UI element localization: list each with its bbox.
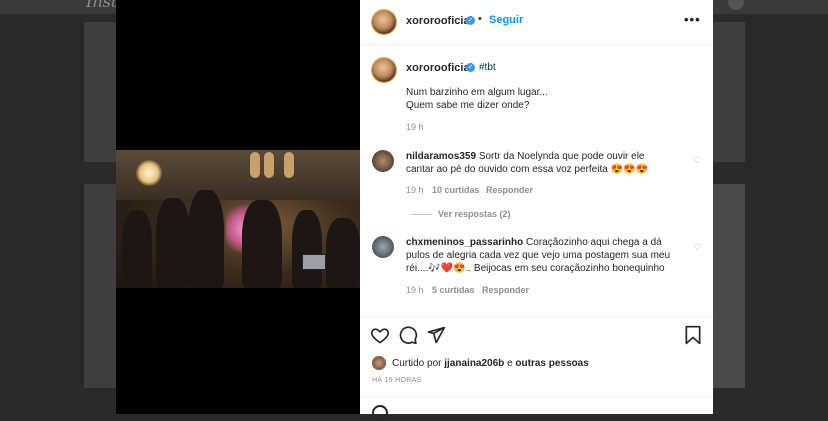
liker-username[interactable]: jjanaina206b <box>444 358 504 369</box>
comment-text-line: réi....🎶❤️😍.. Beijocas em seu coraçãozin… <box>406 263 665 274</box>
commenter-avatar[interactable] <box>372 236 394 258</box>
comment-likes[interactable]: 10 curtidas <box>432 185 480 195</box>
post-header: xororooficial ✓ • Seguir ••• <box>360 0 713 45</box>
verified-icon: ✓ <box>466 63 475 72</box>
post-photo[interactable] <box>116 150 360 288</box>
header-separator: • <box>478 13 482 25</box>
comment-time: 19 h <box>406 285 424 295</box>
bookmark-icon[interactable] <box>684 325 702 345</box>
comment-text: chxmeninos_passarinho Coraçãozinho aqui … <box>406 237 662 248</box>
comment-time: 19 h <box>406 185 424 195</box>
caption-hashtag[interactable]: #tbt <box>479 61 496 74</box>
view-replies-button[interactable]: Ver respostas (2) <box>438 209 511 219</box>
comment-reply-button[interactable]: Responder <box>482 285 529 295</box>
comment-text: nildaramos359 Sortr da Noelynda que pode… <box>406 151 645 162</box>
background-tile <box>713 184 745 388</box>
caption-line: Quem sabe me dizer onde? <box>406 100 530 111</box>
caption-line: Num barzinho em algum lugar... <box>406 87 548 98</box>
author-username[interactable]: xororooficial <box>406 15 473 27</box>
view-replies-line <box>410 214 432 215</box>
commenter-avatar[interactable] <box>372 150 394 172</box>
comment-reply-button[interactable]: Responder <box>486 185 533 195</box>
verified-icon: ✓ <box>466 16 475 25</box>
post-panel: xororooficial ✓ • Seguir ••• xororoofici… <box>360 0 713 421</box>
caption-avatar[interactable] <box>372 58 396 82</box>
liker-avatar[interactable] <box>372 356 386 370</box>
emoji-icon[interactable] <box>372 405 388 421</box>
comment-text-line: pulos de alegria cada vez que vejo uma p… <box>406 250 671 261</box>
background-tile <box>713 22 745 162</box>
follow-button[interactable]: Seguir <box>489 14 523 26</box>
author-avatar[interactable] <box>372 10 396 34</box>
comment-username[interactable]: chxmeninos_passarinho <box>406 237 523 248</box>
comment-like-icon[interactable]: ♡ <box>693 242 701 253</box>
comment-likes[interactable]: 5 curtidas <box>432 285 475 295</box>
comment-username[interactable]: nildaramos359 <box>406 151 476 162</box>
background-tile <box>84 22 116 162</box>
liked-by-others[interactable]: outras pessoas <box>515 358 588 369</box>
comment-text-line: cantar ao pé do ouvido com essa voz perf… <box>406 164 648 175</box>
comment-icon[interactable] <box>398 325 418 345</box>
add-comment-bar[interactable] <box>360 396 713 421</box>
heart-icon[interactable] <box>370 325 390 345</box>
post-timestamp: HÁ 19 HORAS <box>372 377 422 384</box>
liked-by-text: Curtido por jjanaina206b e outras pessoa… <box>392 358 589 369</box>
share-icon[interactable] <box>426 325 446 345</box>
comment-like-icon[interactable]: ♡ <box>693 155 701 166</box>
caption-username[interactable]: xororooficial <box>406 62 473 74</box>
more-options-icon[interactable]: ••• <box>684 12 701 27</box>
caption-time: 19 h <box>406 122 424 132</box>
background-tile <box>84 184 116 388</box>
